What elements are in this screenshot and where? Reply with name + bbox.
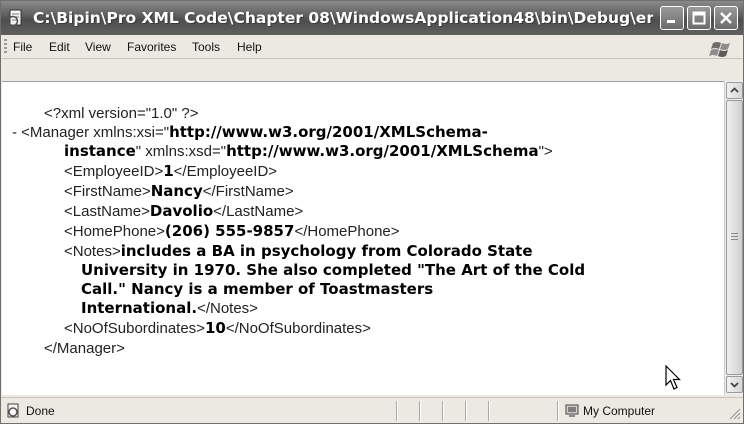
menu-favorites[interactable]: Favorites — [127, 39, 176, 55]
chevron-up-icon — [730, 87, 739, 93]
vertical-scrollbar[interactable] — [724, 81, 743, 395]
homephone-close-tag: </HomePhone> — [294, 223, 400, 240]
xml-notes-line1: <Notes>includes a BA in psychology from … — [64, 242, 533, 262]
firstname-close-tag: </FirstName> — [202, 183, 294, 200]
xml-notes-line3: Call." Nancy is a member of Toastmasters — [81, 280, 433, 300]
firstname-open-tag: <FirstName> — [64, 183, 151, 200]
lastname-close-tag: </LastName> — [213, 203, 304, 220]
xml-firstname-line: <FirstName>Nancy</FirstName> — [64, 182, 294, 202]
subordinates-close-tag: </NoOfSubordinates> — [225, 320, 371, 337]
xml-lastname-line: <LastName>Davolio</LastName> — [64, 202, 303, 222]
close-icon — [720, 12, 732, 24]
subordinates-open-tag: <NoOfSubordinates> — [64, 320, 205, 337]
status-divider — [396, 401, 397, 421]
notes-open-tag: <Notes> — [64, 243, 121, 260]
ie-page-icon — [7, 403, 19, 418]
scroll-thumb-grip — [731, 233, 738, 241]
toolbar-grip[interactable] — [4, 39, 7, 55]
minimize-button[interactable] — [660, 6, 684, 30]
toolbar-spacer — [1, 59, 743, 81]
employeeid-open-tag: <EmployeeID> — [64, 163, 164, 180]
lastname-value: Davolio — [149, 202, 214, 220]
menu-bar: File Edit View Favorites Tools Help — [1, 35, 743, 59]
mouse-pointer-icon — [665, 365, 681, 390]
xsd-namespace: http://www.w3.org/2001/XMLSchema — [226, 142, 539, 160]
xml-document-view: <?xml version="1.0" ?> - <Manager xmlns:… — [2, 81, 724, 395]
chevron-down-icon — [730, 382, 739, 388]
subordinates-value: 10 — [204, 319, 226, 337]
status-divider — [465, 401, 466, 421]
windows-logo-icon — [709, 42, 730, 57]
xml-tree: <?xml version="1.0" ?> - <Manager xmlns:… — [2, 82, 722, 394]
menu-view[interactable]: View — [85, 39, 111, 55]
collapse-toggle[interactable]: - — [12, 124, 17, 141]
xsi-namespace-part1: http://www.w3.org/2001/XMLSchema- — [169, 123, 488, 141]
status-divider — [419, 401, 420, 421]
scroll-up-button[interactable] — [726, 82, 743, 99]
xml-notes-line2: University in 1970. She also completed "… — [81, 261, 585, 281]
xml-employeeid-line: <EmployeeID>1</EmployeeID> — [64, 162, 277, 182]
notes-value-line1: includes a BA in psychology from Colorad… — [120, 242, 533, 260]
status-divider — [442, 401, 443, 421]
xml-declaration: <?xml version="1.0" ?> — [44, 105, 199, 122]
maximize-button[interactable] — [687, 6, 711, 30]
close-button[interactable] — [714, 6, 738, 30]
xml-manager-open-prefix: <Manager xmlns:xsi=" — [21, 124, 170, 141]
status-text: Done — [26, 404, 55, 418]
security-zone: My Computer — [583, 404, 656, 418]
notes-close-tag: </Notes> — [197, 300, 258, 317]
menu-help[interactable]: Help — [237, 39, 262, 55]
window-title: C:\Bipin\Pro XML Code\Chapter 08\Windows… — [33, 9, 653, 27]
xml-manager-close: </Manager> — [44, 340, 125, 357]
firstname-value: Nancy — [150, 182, 203, 200]
maximize-icon — [692, 11, 706, 25]
xsi-namespace-part2: instance — [64, 142, 136, 160]
xml-homephone-line: <HomePhone>(206) 555-9857</HomePhone> — [64, 222, 400, 242]
my-computer-icon — [565, 404, 579, 417]
browser-window: C:\Bipin\Pro XML Code\Chapter 08\Windows… — [0, 0, 744, 424]
scroll-thumb[interactable] — [726, 100, 743, 375]
status-bar: Done My Computer — [1, 397, 743, 423]
status-divider — [557, 401, 558, 421]
xml-manager-open-suffix: "> — [538, 143, 553, 160]
ie-document-icon — [7, 9, 22, 27]
menu-file[interactable]: File — [13, 39, 32, 55]
resize-grip-icon[interactable] — [727, 406, 741, 420]
xml-manager-open-line: - <Manager xmlns:xsi="http://www.w3.org/… — [12, 123, 488, 143]
status-divider — [488, 401, 489, 421]
homephone-open-tag: <HomePhone> — [64, 223, 165, 240]
xml-notes-line4: International.</Notes> — [81, 299, 258, 319]
notes-value-line3: Call." Nancy is a member of Toastmasters — [81, 280, 434, 298]
title-bar[interactable]: C:\Bipin\Pro XML Code\Chapter 08\Windows… — [1, 1, 743, 35]
minimize-icon — [667, 20, 675, 23]
menu-edit[interactable]: Edit — [49, 39, 70, 55]
xsd-attribute: " xmlns:xsd=" — [135, 143, 227, 160]
homephone-value: (206) 555-9857 — [164, 222, 295, 240]
xml-manager-open-line2: instance" xmlns:xsd="http://www.w3.org/2… — [64, 142, 553, 162]
xml-subordinates-line: <NoOfSubordinates>10</NoOfSubordinates> — [64, 319, 371, 339]
employeeid-close-tag: </EmployeeID> — [173, 163, 278, 180]
notes-value-line4: International. — [81, 299, 198, 317]
notes-value-line2: University in 1970. She also completed "… — [81, 261, 586, 279]
lastname-open-tag: <LastName> — [64, 203, 150, 220]
employeeid-value: 1 — [163, 162, 174, 180]
menu-tools[interactable]: Tools — [192, 39, 220, 55]
scroll-down-button[interactable] — [726, 376, 743, 393]
